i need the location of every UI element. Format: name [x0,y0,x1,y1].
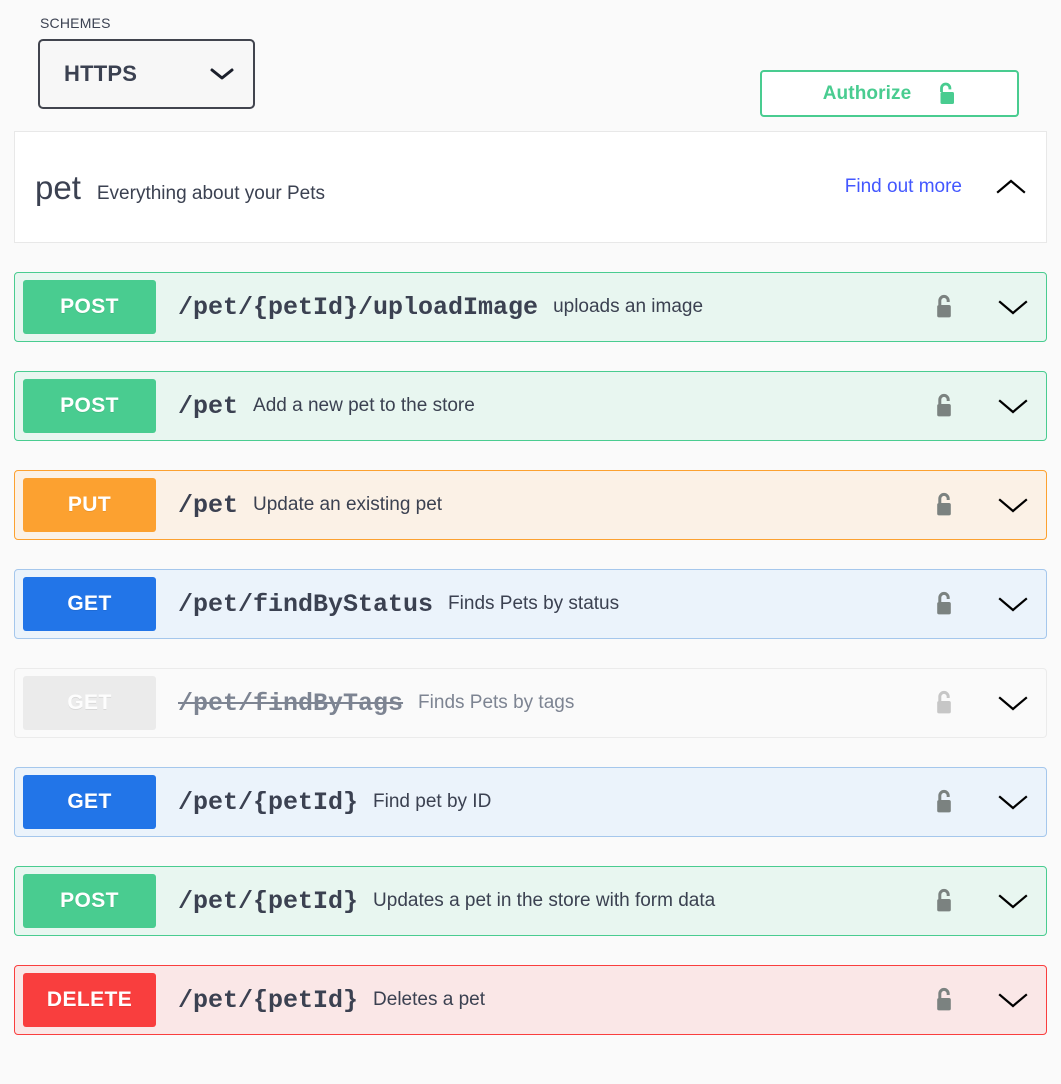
operation-row-delete-7[interactable]: DELETE /pet/{petId} Deletes a pet [14,965,1047,1035]
operation-path: /pet/{petId} [178,787,359,817]
authorize-button[interactable]: Authorize [760,70,1019,117]
operation-expand-toggle[interactable] [994,783,1032,821]
operation-method-badge: GET [23,676,156,730]
operation-method-badge: PUT [23,478,156,532]
operation-summary: Finds Pets by status [448,593,620,614]
operation-method-badge: POST [23,379,156,433]
unlock-icon[interactable] [926,292,962,322]
operation-path: /pet/{petId} [178,886,359,916]
schemes-label: SCHEMES [40,15,111,31]
unlock-icon[interactable] [926,391,962,421]
authorize-section: Authorize [760,70,1019,117]
operation-method-badge: GET [23,775,156,829]
operation-path: /pet/findByStatus [178,589,434,619]
chevron-down-icon [996,891,1030,911]
chevron-down-icon [996,990,1030,1010]
operation-expand-toggle[interactable] [994,882,1032,920]
tag-description: Everything about your Pets [96,182,326,204]
unlock-icon[interactable] [926,688,962,718]
tag-section-pet[interactable]: pet Everything about your Pets Find out … [14,131,1047,243]
unlock-icon[interactable] [926,787,962,817]
operation-path: /pet/{petId}/uploadImage [178,292,539,322]
operation-expand-toggle[interactable] [994,288,1032,326]
swagger-ui-page: SCHEMES HTTPS Authorize pet Everything a… [0,0,1061,1084]
find-out-more-link[interactable]: Find out more [845,176,962,198]
operation-summary: uploads an image [553,296,704,317]
operation-summary: Updates a pet in the store with form dat… [373,890,716,911]
chevron-down-icon [209,66,235,82]
scheme-select[interactable]: HTTPS [38,39,255,109]
unlock-icon[interactable] [926,985,962,1015]
operation-summary: Add a new pet to the store [253,395,475,416]
operation-row-get-3[interactable]: GET /pet/findByStatus Finds Pets by stat… [14,569,1047,639]
operation-method-badge: POST [23,280,156,334]
operation-expand-toggle[interactable] [994,684,1032,722]
operation-expand-toggle[interactable] [994,387,1032,425]
authorize-button-label: Authorize [822,82,912,104]
chevron-down-icon [996,792,1030,812]
operation-summary: Deletes a pet [373,989,485,1010]
chevron-up-icon [994,177,1028,197]
operation-row-post-6[interactable]: POST /pet/{petId} Updates a pet in the s… [14,866,1047,936]
unlock-icon[interactable] [926,589,962,619]
operation-row-post-1[interactable]: POST /pet Add a new pet to the store [14,371,1047,441]
operation-path: /pet/findByTags [178,688,404,718]
scheme-select-value: HTTPS [64,61,138,86]
operation-method-badge: GET [23,577,156,631]
chevron-down-icon [996,396,1030,416]
operation-expand-toggle[interactable] [994,486,1032,524]
tag-name: pet [35,168,81,206]
operations-list: POST /pet/{petId}/uploadImage uploads an… [14,272,1047,1035]
unlock-icon[interactable] [926,490,962,520]
operation-row-get-4[interactable]: GET /pet/findByTags Finds Pets by tags [14,668,1047,738]
tag-collapse-toggle[interactable] [994,170,1028,204]
chevron-down-icon [996,693,1030,713]
operation-expand-toggle[interactable] [994,981,1032,1019]
operation-path: /pet [178,391,239,421]
operation-row-get-5[interactable]: GET /pet/{petId} Find pet by ID [14,767,1047,837]
operation-summary: Finds Pets by tags [418,692,575,713]
unlock-icon[interactable] [926,886,962,916]
operation-row-post-0[interactable]: POST /pet/{petId}/uploadImage uploads an… [14,272,1047,342]
chevron-down-icon [996,495,1030,515]
operation-path: /pet/{petId} [178,985,359,1015]
chevron-down-icon [996,297,1030,317]
operation-summary: Find pet by ID [373,791,492,812]
operation-row-put-2[interactable]: PUT /pet Update an existing pet [14,470,1047,540]
unlock-icon [935,81,956,107]
operation-method-badge: POST [23,874,156,928]
tag-heading: pet Everything about your Pets [35,171,845,204]
operation-summary: Update an existing pet [253,494,443,515]
operation-method-badge: DELETE [23,973,156,1027]
operation-path: /pet [178,490,239,520]
chevron-down-icon [996,594,1030,614]
operation-expand-toggle[interactable] [994,585,1032,623]
